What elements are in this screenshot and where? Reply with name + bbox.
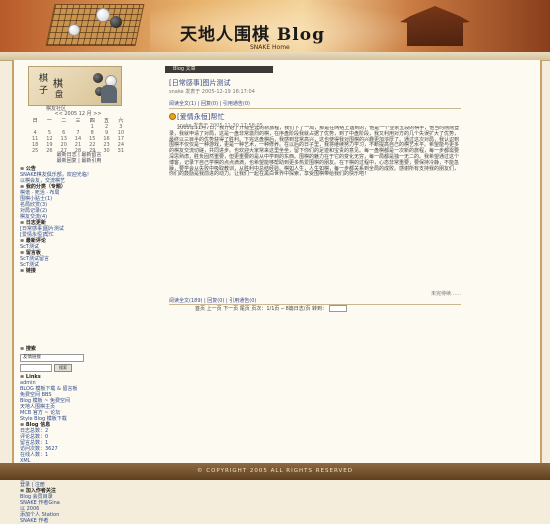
site-banner: 天地人围棋 Blog SNAKE Home [0, 0, 550, 52]
home-link[interactable]: SNAKE Home [250, 44, 290, 51]
post-links[interactable]: 阅读全文(189) | 回复(0) | 引用通告(0) [169, 297, 461, 304]
calendar-weekday: 一 [46, 118, 52, 124]
post-icon [169, 113, 176, 120]
main-content: Blog 文章 [日常感事]图片测试 snake 发表于 2005-12-19 … [165, 64, 465, 459]
black-stone-icon [93, 73, 103, 83]
divider [169, 108, 461, 109]
sidebar-sections-lower: ≡ Links admin BLOG 模板下载 & 留言板 免费空间 BBS Blog … [20, 374, 138, 524]
white-stone-icon [68, 24, 80, 36]
post-body: 2005年11月7日，我开始了升级生涯的新旅程，我们下了一局，那是在网络上遇到的… [169, 126, 460, 178]
calendar-title[interactable]: << 2005 12 月 >> [32, 110, 124, 117]
tab-blog[interactable]: Blog 文章 [165, 66, 273, 73]
post-2-body: 2005年11月7日，我开始了升级生涯的新旅程，我们下了一局，那是在网络上遇到的… [169, 126, 461, 288]
calendar-links[interactable]: 最新日志 | 最新留言 最新回复 | 最新引用 [20, 152, 138, 164]
white-stone-icon [96, 8, 110, 22]
avatar: 棋 子 棋 盘 [28, 66, 122, 106]
calendar-weekday: 四 [89, 118, 95, 124]
post-title[interactable]: [日常感事]图片测试 [169, 78, 461, 88]
search-label: ≡ 搜索 [20, 346, 138, 352]
calendar-weekday: 三 [75, 118, 81, 124]
search-heading: ≡ 搜索 [20, 346, 36, 352]
go-board-image [45, 4, 145, 46]
post-links[interactable]: 阅读全文(1) | 回复(0) | 引用通告(0) [169, 100, 461, 107]
copyright: © COPYRIGHT 2005 ALL RIGHTS RESERVED [196, 468, 353, 474]
avatar-char: 棋 [53, 79, 63, 90]
avatar-char: 盘 [55, 90, 63, 99]
post-1-links: 阅读全文(1) | 回复(0) | 引用通告(0) [169, 100, 461, 107]
pagination: 首页 上一页 下一页 尾页 页次：1/1页 ─ 8篇日志/页 转到： [195, 305, 465, 312]
post-2-links: 阅读全文(189) | 回复(0) | 引用通告(0) [169, 297, 461, 304]
sidebar-link[interactable]: SNAKE 作者 [20, 518, 138, 524]
sidebar-sections: ≡ 公告 SNAKE棋友俱乐部，欢迎光临！ 以棋会友，交流棋艺 ≡ 我的分类（专题）棋… [20, 166, 138, 274]
post-2-more: 未完待续…… [169, 290, 461, 297]
calendar-weekday: 二 [61, 118, 67, 124]
sidebar-heading: ≡ 链接 [20, 268, 36, 274]
page-select[interactable] [328, 305, 347, 312]
site-title: 天地人围棋 Blog [180, 25, 325, 45]
calendar: 日 一 二 三 四 五 六 1 2 3 4 5 6 7 8 9 10 11 12 13 14 15 16 17 1… [28, 117, 128, 154]
post-1: [日常感事]图片测试 snake 发表于 2005-12-19 16:17:04 [169, 78, 461, 95]
search-input[interactable] [20, 364, 52, 372]
sidebar: 棋 子 棋 盘 棋友社区 << 2005 12 月 >> 日 一 二 三 四 五… [18, 64, 138, 524]
calendar-weekday: 六 [118, 118, 124, 124]
pagination-text[interactable]: 首页 上一页 下一页 尾页 页次：1/1页 ─ 8篇日志/页 转到： [195, 306, 327, 312]
post-meta: snake 发表于 2005-12-19 16:17:04 [169, 89, 255, 95]
avatar-char: 子 [39, 86, 49, 96]
search-button[interactable]: 搜索 [54, 364, 72, 372]
calendar-link-row[interactable]: 最新回复 | 最新引用 [20, 158, 138, 164]
post-title[interactable]: [爱情永恒]帮忙 [177, 112, 461, 122]
footer: © COPYRIGHT 2005 ALL RIGHTS RESERVED [0, 463, 550, 480]
player-figure-icon [101, 85, 117, 103]
links-select[interactable]: 友情链接 [20, 354, 84, 362]
calendar-weekday: 五 [104, 118, 110, 124]
calendar-weekday: 日 [32, 118, 38, 124]
black-stone-icon [110, 16, 122, 28]
